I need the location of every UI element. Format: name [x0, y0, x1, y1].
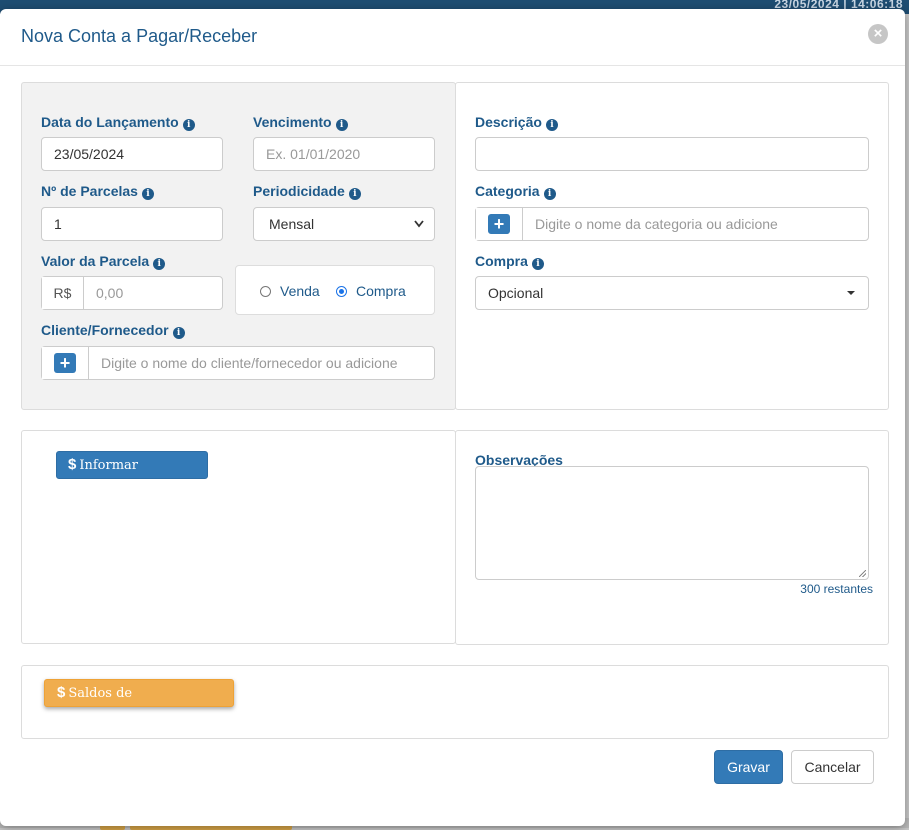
label-text: Cliente/Fornecedor — [41, 322, 169, 338]
radio-venda-label[interactable]: Venda — [280, 283, 320, 299]
panel-description — [455, 82, 889, 410]
descricao-input[interactable] — [475, 137, 869, 171]
label-text: Periodicidade — [253, 183, 345, 199]
label-compra: Compra i — [475, 253, 544, 270]
valor-parcela-group: R$ 0,00 — [41, 276, 223, 310]
button-label: Saldos de Bancos/Carteiras — [57, 686, 171, 727]
button-label: Informar Pagamento — [68, 458, 142, 499]
label-text: Vencimento — [253, 114, 332, 130]
add-categoria-button[interactable]: + — [488, 214, 510, 234]
label-periodicidade: Periodicidade i — [253, 183, 361, 200]
dollar-icon: $ — [57, 684, 66, 701]
add-cliente-addon: + — [42, 347, 89, 379]
cliente-input[interactable]: Digite o nome do cliente/fornecedor ou a… — [89, 347, 434, 379]
info-icon[interactable]: i — [531, 258, 544, 270]
info-icon[interactable]: i — [182, 119, 195, 131]
close-icon[interactable]: × — [868, 24, 888, 44]
label-valor-parcela: Valor da Parcela i — [41, 253, 166, 270]
data-lancamento-input[interactable] — [41, 137, 223, 171]
cancelar-button[interactable]: Cancelar — [791, 750, 874, 784]
cliente-group: + Digite o nome do cliente/fornecedor ou… — [41, 346, 435, 380]
info-icon[interactable]: i — [543, 188, 556, 200]
label-text: Data do Lançamento — [41, 114, 179, 130]
saldos-button[interactable]: $ Saldos de Bancos/Carteiras — [44, 679, 234, 727]
valor-parcela-input[interactable]: 0,00 — [84, 277, 222, 309]
periodicidade-selected: Mensal — [269, 216, 315, 232]
categoria-input[interactable]: Digite o nome da categoria ou adicione — [523, 208, 868, 240]
informar-pagamento-button[interactable]: $ Informar Pagamento — [56, 451, 208, 499]
chevron-down-icon — [414, 208, 424, 254]
info-icon[interactable]: i — [335, 119, 348, 131]
categoria-group: + Digite o nome da categoria ou adicione — [475, 207, 869, 241]
label-text: Compra — [475, 253, 528, 269]
label-vencimento: Vencimento i — [253, 114, 348, 131]
modal-header: Nova Conta a Pagar/Receber × — [0, 9, 905, 66]
periodicidade-select[interactable]: Mensal — [253, 207, 435, 241]
add-categoria-addon: + — [476, 208, 523, 240]
info-icon[interactable]: i — [545, 119, 558, 131]
info-icon[interactable]: i — [348, 188, 361, 200]
vencimento-input[interactable] — [253, 137, 435, 171]
observacoes-textarea[interactable] — [475, 466, 869, 580]
char-counter: 300 restantes — [800, 582, 873, 596]
label-categoria: Categoria i — [475, 183, 556, 200]
info-icon[interactable]: i — [141, 188, 154, 200]
info-icon[interactable]: i — [172, 327, 185, 339]
tipo-radio-group: Venda Compra — [235, 265, 435, 315]
radio-venda[interactable] — [260, 286, 271, 297]
radio-compra[interactable] — [336, 286, 347, 297]
label-text: Nº de Parcelas — [41, 183, 138, 199]
currency-prefix: R$ — [53, 285, 72, 301]
num-parcelas-input[interactable] — [41, 207, 223, 241]
resize-handle-icon[interactable] — [859, 570, 866, 577]
label-text: Valor da Parcela — [41, 253, 150, 269]
label-descricao: Descrição i — [475, 114, 558, 131]
modal-title: Nova Conta a Pagar/Receber — [21, 26, 258, 46]
currency-addon: R$ — [42, 277, 84, 309]
compra-select[interactable]: Opcional — [475, 276, 869, 310]
gravar-button[interactable]: Gravar — [714, 750, 783, 784]
label-cliente: Cliente/Fornecedor i — [41, 322, 185, 339]
info-icon[interactable]: i — [153, 258, 166, 270]
add-cliente-button[interactable]: + — [54, 353, 76, 373]
label-text: Descrição — [475, 114, 542, 130]
dollar-icon: $ — [68, 456, 77, 473]
compra-selected: Opcional — [488, 285, 544, 301]
label-num-parcelas: Nº de Parcelas i — [41, 183, 154, 200]
radio-compra-label[interactable]: Compra — [356, 283, 406, 299]
caret-down-icon — [846, 277, 856, 323]
label-text: Categoria — [475, 183, 540, 199]
label-data-lancamento: Data do Lançamento i — [41, 114, 195, 131]
